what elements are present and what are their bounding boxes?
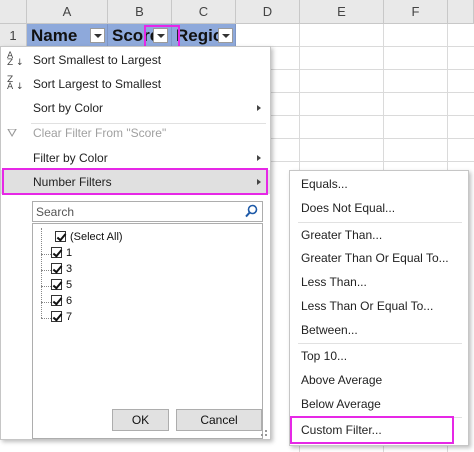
submenu-less-than-or-equal[interactable]: Less Than Or Equal To... [290, 295, 468, 317]
menu-filter-color-label: Filter by Color [33, 151, 108, 165]
checkbox[interactable] [51, 311, 62, 322]
submenu-equals[interactable]: Equals... [290, 173, 468, 195]
column-header-d[interactable]: D [236, 0, 300, 24]
menu-sort-by-color[interactable]: Sort by Color [1, 96, 270, 120]
search-icon[interactable] [245, 204, 258, 218]
highlight-number-filters [2, 168, 268, 195]
menu-sort-largest-to-smallest[interactable]: ZA ↓ Sort Largest to Smallest [1, 72, 270, 96]
submenu-less-than[interactable]: Less Than... [290, 271, 468, 293]
list-item-label: (Select All) [70, 231, 123, 243]
search-input[interactable] [33, 202, 233, 221]
submenu-below-average[interactable]: Below Average [290, 393, 468, 415]
checkbox[interactable] [51, 279, 62, 290]
clear-filter-icon: ⛛ [7, 126, 18, 140]
menu-sort-desc-label: Sort Largest to Smallest [33, 77, 162, 91]
tree-connector [41, 270, 51, 271]
checkbox[interactable] [51, 295, 62, 306]
list-item-label: 5 [66, 279, 73, 291]
submenu-top-10[interactable]: Top 10... [290, 345, 468, 367]
column-header-a[interactable]: A [27, 0, 108, 24]
column-header-e[interactable]: E [300, 0, 384, 24]
column-header-c[interactable]: C [172, 0, 236, 24]
menu-sort-color-label: Sort by Color [33, 101, 104, 115]
list-item-label: 1 [66, 247, 73, 259]
menu-clear-filter-label: Clear Filter From "Score" [33, 126, 167, 140]
menu-separator [298, 222, 462, 223]
column-header-b[interactable]: B [108, 0, 172, 24]
header-cell-region-text: Regio [176, 26, 224, 45]
column-header-f[interactable]: F [384, 0, 448, 24]
sort-za-icon: ZA ↓ [7, 75, 24, 92]
region-filter-dropdown-icon[interactable] [218, 28, 233, 43]
menu-filter-by-color[interactable]: Filter by Color [1, 146, 270, 170]
select-all-corner[interactable] [0, 0, 27, 24]
checkbox[interactable] [55, 231, 66, 242]
menu-clear-filter: ⛛ Clear Filter From "Score" [1, 121, 270, 145]
submenu-between[interactable]: Between... [290, 319, 468, 341]
tree-connector [41, 254, 51, 255]
submenu-does-not-equal[interactable]: Does Not Equal... [290, 197, 468, 219]
submenu-greater-than-or-equal[interactable]: Greater Than Or Equal To... [290, 247, 468, 269]
name-filter-dropdown-icon[interactable] [90, 28, 105, 43]
list-item-label: 3 [66, 263, 73, 275]
sort-az-icon: AZ ↓ [7, 51, 24, 68]
menu-separator [298, 343, 462, 344]
resize-grip-icon[interactable] [261, 430, 267, 436]
ok-button[interactable]: OK [112, 409, 169, 431]
submenu-greater-than[interactable]: Greater Than... [290, 224, 468, 246]
filter-values-list[interactable]: (Select All) 1 3 5 6 7 [32, 223, 263, 439]
row-header-1[interactable]: 1 [0, 24, 27, 47]
autofilter-menu: AZ ↓ Sort Smallest to Largest ZA ↓ Sort … [0, 46, 271, 440]
header-cell-region[interactable]: Regio [172, 24, 236, 47]
tree-connector [41, 286, 51, 287]
menu-sort-smallest-to-largest[interactable]: AZ ↓ Sort Smallest to Largest [1, 48, 270, 72]
header-cell-name[interactable]: Name [27, 24, 108, 47]
tree-connector [41, 302, 51, 303]
tree-connector [41, 318, 51, 319]
highlight-custom-filter [290, 416, 454, 444]
column-header-g[interactable] [448, 0, 474, 24]
list-item-label: 7 [66, 311, 73, 323]
cancel-button[interactable]: Cancel [176, 409, 262, 431]
submenu-above-average[interactable]: Above Average [290, 369, 468, 391]
number-filters-submenu: Equals... Does Not Equal... Greater Than… [289, 170, 469, 446]
list-item-label: 6 [66, 295, 73, 307]
chevron-right-icon [257, 105, 261, 111]
checkbox[interactable] [51, 247, 62, 258]
checkbox[interactable] [51, 263, 62, 274]
filter-search-box[interactable] [32, 201, 263, 222]
menu-sort-asc-label: Sort Smallest to Largest [33, 53, 162, 67]
chevron-right-icon [257, 155, 261, 161]
header-cell-name-text: Name [31, 26, 78, 45]
